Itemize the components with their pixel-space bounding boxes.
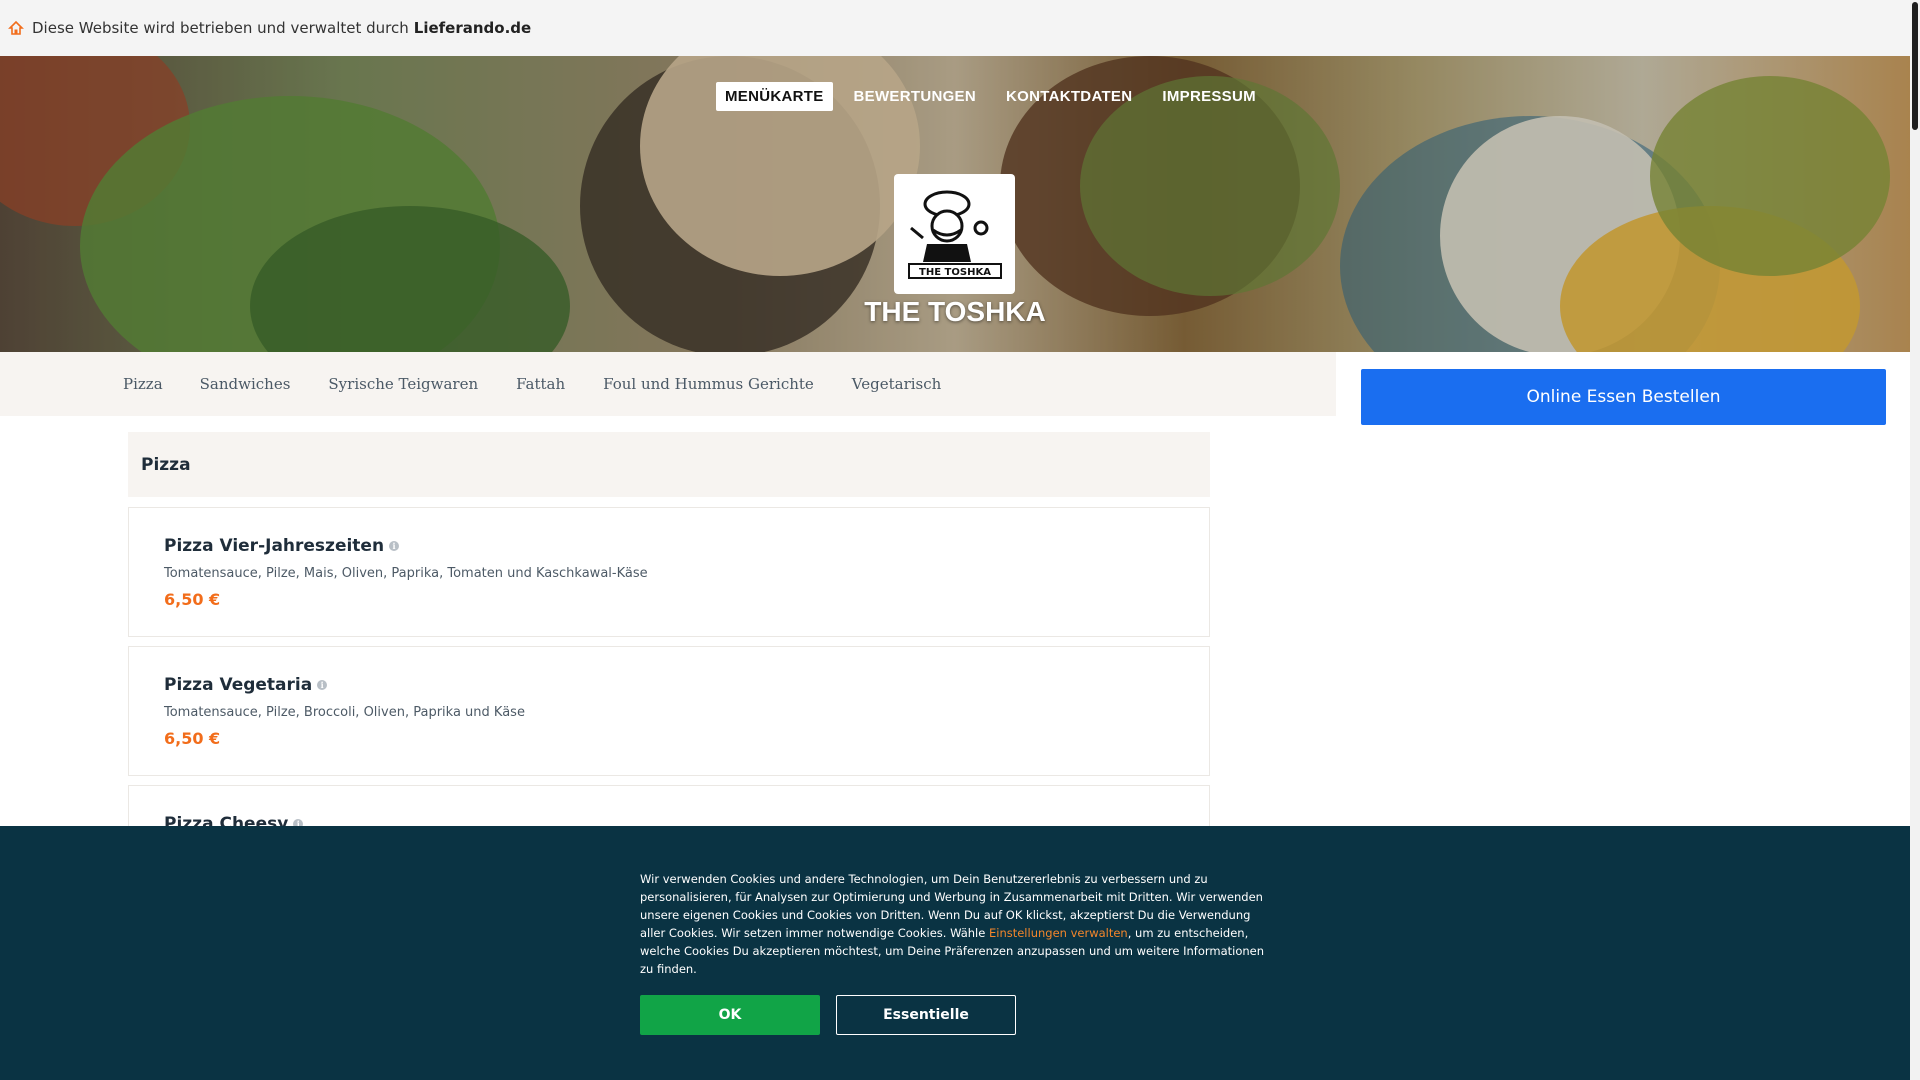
category-foul-hummus[interactable]: Foul und Hummus Gerichte — [603, 375, 814, 393]
cookie-text: Wir verwenden Cookies und andere Technol… — [640, 870, 1272, 978]
item-description: Tomatensauce, Pilze, Broccoli, Oliven, P… — [164, 705, 525, 720]
notice-brand-link[interactable]: Lieferando.de — [414, 19, 531, 37]
order-online-button[interactable]: Online Essen Bestellen — [1361, 369, 1886, 425]
scrollbar-thumb[interactable] — [1912, 2, 1918, 130]
category-navigation: Pizza Sandwiches Syrische Teigwaren Fatt… — [0, 352, 1336, 416]
category-pizza[interactable]: Pizza — [123, 375, 163, 393]
item-name: Pizza Vier-Jahreszeiten — [164, 536, 385, 556]
menu-item[interactable]: Pizza Vegetaria i Tomatensauce, Pilze, Br… — [128, 646, 1210, 776]
cookie-essential-button[interactable]: Essentielle — [836, 995, 1016, 1035]
menu-item[interactable]: Pizza Vier-Jahreszeiten i Tomatensauce, P… — [128, 507, 1210, 637]
top-navigation: MENÜKARTE BEWERTUNGEN KONTAKTDATEN IMPRE… — [716, 82, 1265, 111]
category-sandwiches[interactable]: Sandwiches — [200, 375, 291, 393]
svg-text:THE TOSHKA: THE TOSHKA — [919, 267, 991, 278]
operator-notice-bar: Diese Website wird betrieben und verwalt… — [0, 0, 1910, 56]
item-price: 6,50 € — [164, 729, 221, 748]
cookie-settings-link[interactable]: Einstellungen verwalten — [989, 926, 1128, 940]
restaurant-logo: THE TOSHKA — [894, 174, 1015, 294]
home-icon — [8, 20, 24, 35]
menu-section-header: Pizza — [128, 432, 1210, 497]
nav-menukarte[interactable]: MENÜKARTE — [716, 82, 833, 111]
nav-bewertungen[interactable]: BEWERTUNGEN — [845, 82, 985, 111]
category-fattah[interactable]: Fattah — [516, 375, 565, 393]
section-title: Pizza — [141, 454, 191, 475]
hero-banner: MENÜKARTE BEWERTUNGEN KONTAKTDATEN IMPRE… — [0, 56, 1910, 352]
page-scrollbar[interactable] — [1910, 0, 1920, 1080]
cookie-consent-banner: Wir verwenden Cookies und andere Technol… — [0, 826, 1910, 1080]
cookie-ok-button[interactable]: OK — [640, 995, 820, 1035]
item-price: 6,50 € — [164, 590, 221, 609]
category-syrische-teigwaren[interactable]: Syrische Teigwaren — [328, 375, 478, 393]
info-icon[interactable]: i — [317, 680, 328, 690]
notice-text: Diese Website wird betrieben und verwalt… — [32, 19, 409, 37]
category-vegetarisch[interactable]: Vegetarisch — [852, 375, 942, 393]
nav-kontaktdaten[interactable]: KONTAKTDATEN — [997, 82, 1141, 111]
item-description: Tomatensauce, Pilze, Mais, Oliven, Papri… — [164, 566, 648, 581]
nav-impressum[interactable]: IMPRESSUM — [1153, 82, 1265, 111]
item-name: Pizza Vegetaria — [164, 675, 313, 695]
chef-logo-icon: THE TOSHKA — [907, 190, 1002, 279]
info-icon[interactable]: i — [389, 541, 400, 551]
restaurant-name: THE TOSHKA — [864, 296, 1046, 327]
